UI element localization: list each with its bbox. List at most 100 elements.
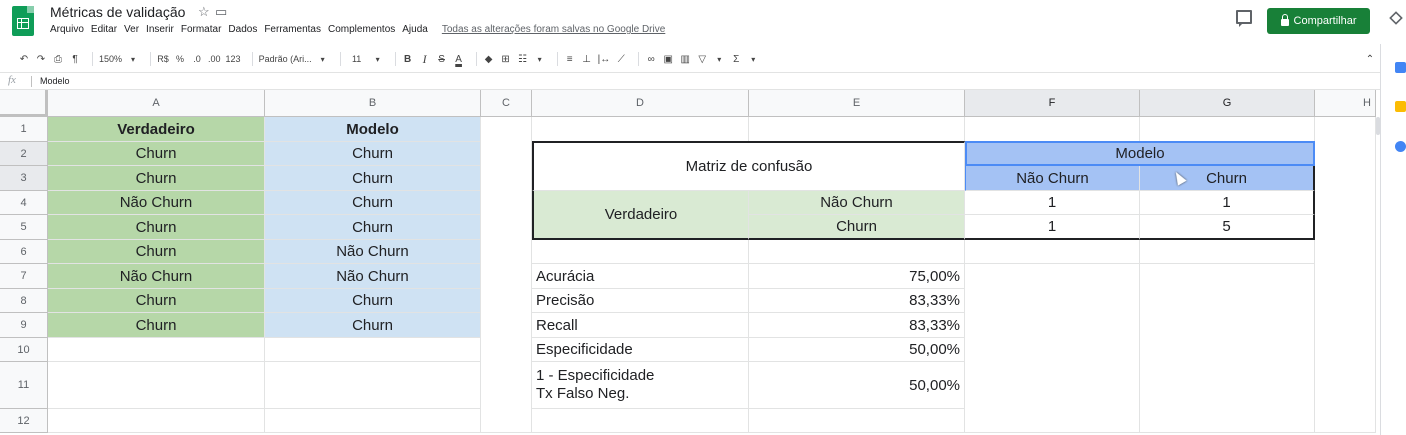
chevron-down-icon[interactable]: ▾ (713, 50, 725, 68)
matrix-title-cell[interactable]: Matriz de confusão (532, 141, 965, 191)
column-c-cells[interactable] (481, 117, 532, 433)
chevron-down-icon[interactable]: ▾ (317, 50, 329, 68)
zoom-select[interactable]: 150% (99, 50, 122, 68)
column-header-e[interactable]: E (749, 90, 965, 117)
fill-color-icon[interactable]: ◆ (483, 50, 495, 68)
merge-cells-icon[interactable]: ☷ (517, 50, 529, 68)
cell-a3[interactable]: Churn (48, 166, 265, 191)
matrix-fp[interactable]: 1 (1140, 191, 1315, 215)
menu-complementos[interactable]: Complementos (328, 24, 395, 40)
more-formats-button[interactable]: 123 (226, 50, 241, 68)
sheets-logo-icon[interactable] (12, 6, 34, 36)
cell-a6[interactable]: Churn (48, 240, 265, 264)
italic-button[interactable]: I (419, 50, 431, 68)
cell-a4[interactable]: Não Churn (48, 191, 265, 215)
cell-b4[interactable]: Churn (265, 191, 481, 215)
collapse-menu-icon[interactable]: ⌃ (1364, 50, 1376, 68)
row-header-12[interactable]: 12 (0, 409, 48, 433)
save-status[interactable]: Todas as alterações foram salvas no Goog… (442, 24, 665, 40)
formula-input[interactable]: Modelo (40, 76, 70, 86)
tasks-icon[interactable] (1395, 141, 1406, 152)
cell-a12[interactable] (48, 409, 265, 433)
insert-chart-icon[interactable]: ▥ (679, 50, 691, 68)
cell-a7[interactable]: Não Churn (48, 264, 265, 289)
cell-b12[interactable] (265, 409, 481, 433)
column-h-cells[interactable] (1315, 117, 1376, 433)
cell-b10[interactable] (265, 338, 481, 362)
metric-value-precisao[interactable]: 83,33% (749, 289, 965, 313)
column-f-cells[interactable] (965, 264, 1140, 433)
cell-d12[interactable] (532, 409, 749, 433)
cell-b11[interactable] (265, 362, 481, 409)
vertical-align-icon[interactable]: ⊥ (581, 50, 593, 68)
cell-b2[interactable]: Churn (265, 142, 481, 166)
row-header-8[interactable]: 8 (0, 289, 48, 313)
row-header-9[interactable]: 9 (0, 313, 48, 338)
metric-label-acuracia[interactable]: Acurácia (532, 264, 749, 289)
cell-f6[interactable] (965, 240, 1140, 264)
matrix-fn[interactable]: 1 (965, 215, 1140, 240)
chevron-down-icon[interactable]: ▾ (747, 50, 759, 68)
font-size-select[interactable]: 11 (347, 50, 367, 68)
cell-b6[interactable]: Não Churn (265, 240, 481, 264)
font-family-select[interactable]: Padrão (Ari... (259, 50, 312, 68)
undo-icon[interactable]: ↶ (18, 50, 30, 68)
cell-e1[interactable] (749, 117, 965, 142)
cell-b9[interactable]: Churn (265, 313, 481, 338)
metric-value-1-especificidade[interactable]: 50,00% (749, 362, 965, 409)
currency-format-button[interactable]: R$ (157, 50, 169, 68)
increase-decimal-button[interactable]: .00 (208, 50, 221, 68)
cell-a11[interactable] (48, 362, 265, 409)
row-header-3[interactable]: 3 (0, 166, 48, 191)
text-wrap-icon[interactable]: |↔ (598, 50, 611, 68)
metric-value-acuracia[interactable]: 75,00% (749, 264, 965, 289)
cell-f1[interactable] (965, 117, 1140, 142)
metric-label-1-especificidade[interactable]: 1 - Especificidade Tx Falso Neg. (532, 362, 749, 409)
row-header-10[interactable]: 10 (0, 338, 48, 362)
chevron-down-icon[interactable]: ▾ (127, 50, 139, 68)
column-header-b[interactable]: B (265, 90, 481, 117)
matrix-pred-churn[interactable]: Churn (1140, 166, 1315, 191)
matrix-tn[interactable]: 1 (965, 191, 1140, 215)
insert-link-icon[interactable]: ∞ (645, 50, 657, 68)
keep-icon[interactable] (1395, 101, 1406, 112)
cell-e12[interactable] (749, 409, 965, 433)
chevron-down-icon[interactable]: ▾ (372, 50, 384, 68)
redo-icon[interactable]: ↷ (35, 50, 47, 68)
column-header-f[interactable]: F (965, 90, 1140, 117)
select-all-corner[interactable] (0, 90, 48, 117)
matrix-true-label[interactable]: Verdadeiro (532, 191, 749, 240)
text-rotation-icon[interactable]: ⟋ (615, 50, 627, 68)
strikethrough-button[interactable]: S (436, 50, 448, 68)
cell-g1[interactable] (1140, 117, 1315, 142)
matrix-pred-nao-churn[interactable]: Não Churn (965, 166, 1140, 191)
paint-format-icon[interactable]: ¶ (69, 50, 81, 68)
text-color-button[interactable]: A (453, 50, 465, 68)
metric-label-precisao[interactable]: Precisão (532, 289, 749, 313)
cell-g6[interactable] (1140, 240, 1315, 264)
menu-formatar[interactable]: Formatar (181, 24, 222, 40)
row-header-6[interactable]: 6 (0, 240, 48, 264)
menu-ver[interactable]: Ver (124, 24, 139, 40)
print-icon[interactable]: ⎙ (52, 50, 64, 68)
filter-icon[interactable]: ▽ (696, 50, 708, 68)
cell-d6[interactable] (532, 240, 749, 264)
metric-label-especificidade[interactable]: Especificidade (532, 338, 749, 362)
menu-editar[interactable]: Editar (91, 24, 117, 40)
folder-icon[interactable]: ▭ (215, 4, 227, 20)
cell-a9[interactable]: Churn (48, 313, 265, 338)
calendar-icon[interactable] (1395, 62, 1406, 73)
cell-b8[interactable]: Churn (265, 289, 481, 313)
cell-a1[interactable]: Verdadeiro (48, 117, 265, 142)
cell-a5[interactable]: Churn (48, 215, 265, 240)
cell-a2[interactable]: Churn (48, 142, 265, 166)
matrix-tp[interactable]: 5 (1140, 215, 1315, 240)
horizontal-align-icon[interactable]: ≡ (564, 50, 576, 68)
menu-inserir[interactable]: Inserir (146, 24, 174, 40)
menu-ferramentas[interactable]: Ferramentas (264, 24, 321, 40)
percent-format-button[interactable]: % (174, 50, 186, 68)
column-header-d[interactable]: D (532, 90, 749, 117)
matrix-true-churn[interactable]: Churn (749, 215, 965, 240)
row-header-4[interactable]: 4 (0, 191, 48, 215)
matrix-model-header[interactable]: Modelo (965, 141, 1315, 166)
